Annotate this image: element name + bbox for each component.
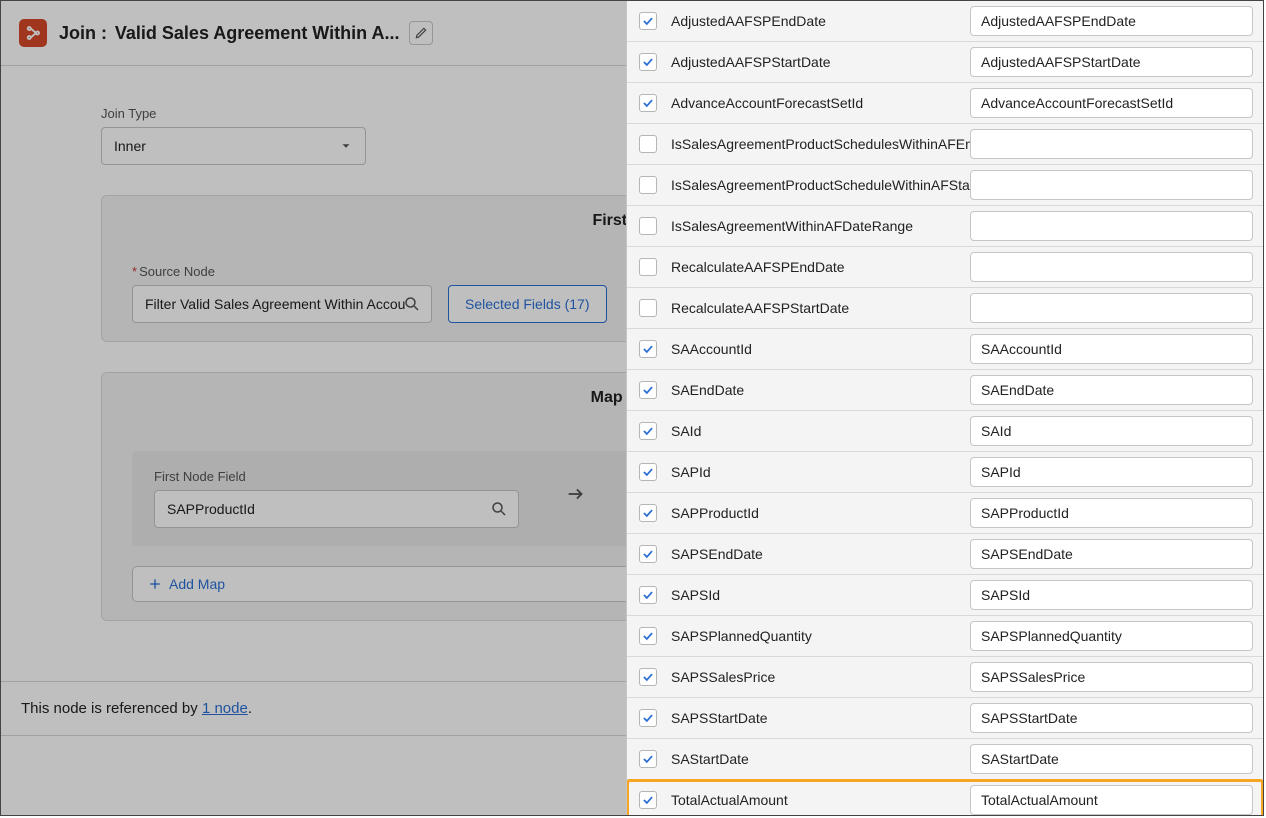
field-name-label: SAEndDate xyxy=(671,382,970,398)
field-name-label: TotalActualAmount xyxy=(671,792,970,808)
first-node-field-label: First Node Field xyxy=(154,469,519,484)
field-row: RecalculateAAFSPStartDate xyxy=(627,288,1263,329)
field-checkbox[interactable] xyxy=(639,217,657,235)
field-row: SAAccountIdSAAccountId xyxy=(627,329,1263,370)
selected-fields-button[interactable]: Selected Fields (17) xyxy=(448,285,607,323)
field-checkbox[interactable] xyxy=(639,94,657,112)
field-row: SAPSIdSAPSId xyxy=(627,575,1263,616)
field-output-input[interactable]: SAPSEndDate xyxy=(970,539,1253,569)
field-row: SAPProductIdSAPProductId xyxy=(627,493,1263,534)
field-checkbox[interactable] xyxy=(639,135,657,153)
title-prefix: Join : xyxy=(59,23,107,44)
field-output-input[interactable] xyxy=(970,211,1253,241)
field-checkbox[interactable] xyxy=(639,53,657,71)
field-checkbox[interactable] xyxy=(639,668,657,686)
page-title: Valid Sales Agreement Within A... xyxy=(115,23,400,44)
join-icon xyxy=(19,19,47,47)
field-output-input[interactable]: SAPSSalesPrice xyxy=(970,662,1253,692)
field-output-input[interactable]: SAStartDate xyxy=(970,744,1253,774)
field-output-input[interactable]: SAPSId xyxy=(970,580,1253,610)
field-output-input[interactable]: SAPProductId xyxy=(970,498,1253,528)
field-row: SAEndDateSAEndDate xyxy=(627,370,1263,411)
field-name-label: SAId xyxy=(671,423,970,439)
field-output-input[interactable]: SAPId xyxy=(970,457,1253,487)
edit-title-button[interactable] xyxy=(409,21,433,45)
field-name-label: AdvanceAccountForecastSetId xyxy=(671,95,970,111)
field-checkbox[interactable] xyxy=(639,340,657,358)
required-star: * xyxy=(132,264,137,279)
field-output-input[interactable]: SAPSPlannedQuantity xyxy=(970,621,1253,651)
field-checkbox[interactable] xyxy=(639,258,657,276)
field-checkbox[interactable] xyxy=(639,422,657,440)
field-output-input[interactable]: SAId xyxy=(970,416,1253,446)
field-row: SAPSStartDateSAPSStartDate xyxy=(627,698,1263,739)
field-output-input[interactable]: SAAccountId xyxy=(970,334,1253,364)
field-output-input[interactable]: AdjustedAAFSPEndDate xyxy=(970,6,1253,36)
field-checkbox[interactable] xyxy=(639,299,657,317)
field-row: SAPIdSAPId xyxy=(627,452,1263,493)
source-node-input[interactable]: Filter Valid Sales Agreement Within Acco… xyxy=(132,285,432,323)
field-output-input[interactable] xyxy=(970,170,1253,200)
field-row: SAIdSAId xyxy=(627,411,1263,452)
field-name-label: SAPSSalesPrice xyxy=(671,669,970,685)
field-row: RecalculateAAFSPEndDate xyxy=(627,247,1263,288)
field-row: AdjustedAAFSPStartDateAdjustedAAFSPStart… xyxy=(627,42,1263,83)
field-name-label: SAPId xyxy=(671,464,970,480)
field-row: SAPSPlannedQuantitySAPSPlannedQuantity xyxy=(627,616,1263,657)
field-checkbox[interactable] xyxy=(639,12,657,30)
field-name-label: SAPSEndDate xyxy=(671,546,970,562)
field-checkbox[interactable] xyxy=(639,586,657,604)
field-row: IsSalesAgreementWithinAFDateRange xyxy=(627,206,1263,247)
field-name-label: SAStartDate xyxy=(671,751,970,767)
field-name-label: IsSalesAgreementWithinAFDateRange xyxy=(671,218,970,234)
field-output-input[interactable]: AdvanceAccountForecastSetId xyxy=(970,88,1253,118)
chevron-down-icon xyxy=(339,139,353,153)
field-name-label: SAPSStartDate xyxy=(671,710,970,726)
field-checkbox[interactable] xyxy=(639,504,657,522)
field-name-label: SAPProductId xyxy=(671,505,970,521)
first-node-field-input[interactable]: SAPProductId xyxy=(154,490,519,528)
search-icon xyxy=(403,295,421,313)
field-checkbox[interactable] xyxy=(639,627,657,645)
field-output-input[interactable] xyxy=(970,252,1253,282)
field-output-input[interactable]: SAEndDate xyxy=(970,375,1253,405)
field-output-input[interactable]: AdjustedAAFSPStartDate xyxy=(970,47,1253,77)
field-row: SAStartDateSAStartDate xyxy=(627,739,1263,780)
arrow-right-icon xyxy=(565,483,587,514)
field-checkbox[interactable] xyxy=(639,791,657,809)
search-icon xyxy=(490,500,508,518)
field-name-label: AdjustedAAFSPStartDate xyxy=(671,54,970,70)
field-output-input[interactable] xyxy=(970,129,1253,159)
field-checkbox[interactable] xyxy=(639,709,657,727)
join-type-value: Inner xyxy=(114,138,146,154)
field-name-label: AdjustedAAFSPEndDate xyxy=(671,13,970,29)
field-name-label: SAPSPlannedQuantity xyxy=(671,628,970,644)
selected-fields-panel: AdjustedAAFSPEndDateAdjustedAAFSPEndDate… xyxy=(626,1,1263,815)
field-row: SAPSSalesPriceSAPSSalesPrice xyxy=(627,657,1263,698)
field-name-label: SAAccountId xyxy=(671,341,970,357)
field-row: IsSalesAgreementProductScheduleWithinAFS… xyxy=(627,165,1263,206)
field-checkbox[interactable] xyxy=(639,463,657,481)
plus-icon xyxy=(147,576,163,592)
field-checkbox[interactable] xyxy=(639,750,657,768)
field-name-label: SAPSId xyxy=(671,587,970,603)
source-node-label: Source Node xyxy=(139,264,215,279)
field-checkbox[interactable] xyxy=(639,381,657,399)
field-output-input[interactable] xyxy=(970,293,1253,323)
field-row: AdvanceAccountForecastSetIdAdvanceAccoun… xyxy=(627,83,1263,124)
field-row: SAPSEndDateSAPSEndDate xyxy=(627,534,1263,575)
field-name-label: IsSalesAgreementProductSchedulesWithinAF… xyxy=(671,136,970,152)
field-name-label: RecalculateAAFSPStartDate xyxy=(671,300,970,316)
field-checkbox[interactable] xyxy=(639,176,657,194)
field-name-label: RecalculateAAFSPEndDate xyxy=(671,259,970,275)
field-row: AdjustedAAFSPEndDateAdjustedAAFSPEndDate xyxy=(627,1,1263,42)
join-type-select[interactable]: Inner xyxy=(101,127,366,165)
field-output-input[interactable]: SAPSStartDate xyxy=(970,703,1253,733)
field-row: IsSalesAgreementProductSchedulesWithinAF… xyxy=(627,124,1263,165)
field-name-label: IsSalesAgreementProductScheduleWithinAFS… xyxy=(671,177,970,193)
field-checkbox[interactable] xyxy=(639,545,657,563)
field-row: TotalActualAmountTotalActualAmount xyxy=(627,780,1263,815)
reference-link[interactable]: 1 node xyxy=(202,700,248,717)
field-output-input[interactable]: TotalActualAmount xyxy=(970,785,1253,815)
